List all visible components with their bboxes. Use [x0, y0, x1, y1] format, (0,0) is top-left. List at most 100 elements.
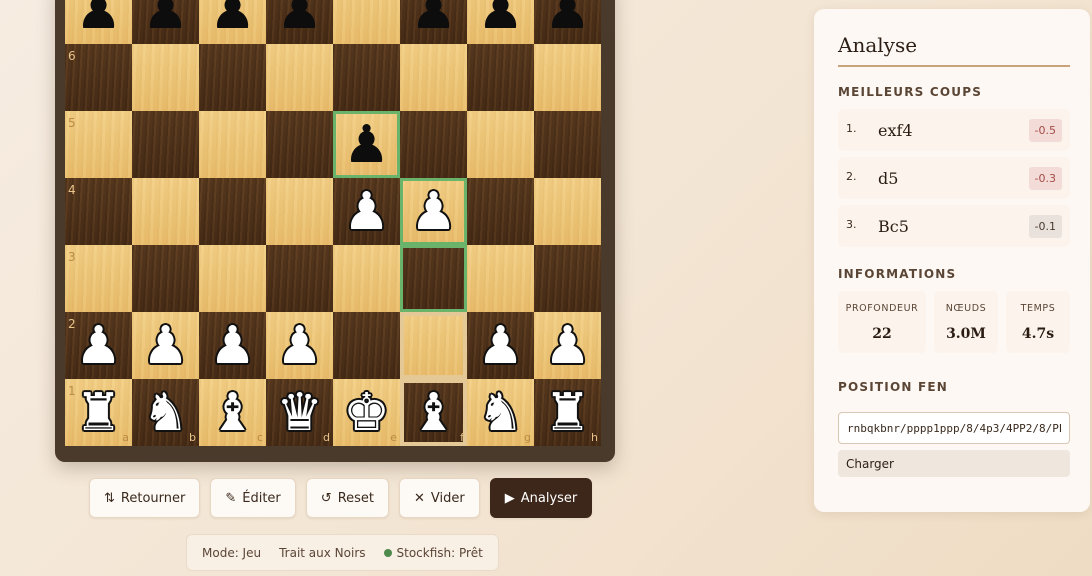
edit-button[interactable]: ✎ Éditer [210, 478, 296, 518]
square-e7[interactable] [333, 0, 400, 44]
square-c6[interactable] [199, 44, 266, 111]
fen-input[interactable] [838, 412, 1070, 444]
square-e2[interactable] [333, 312, 400, 379]
pencil-icon: ✎ [225, 490, 237, 506]
square-a2[interactable]: 2 ♟ [65, 312, 132, 379]
white-pawn-icon[interactable]: ♟ [467, 312, 534, 379]
square-c5[interactable] [199, 111, 266, 178]
square-f6[interactable] [400, 44, 467, 111]
square-a4[interactable]: 4 [65, 178, 132, 245]
square-h7[interactable]: ♟ [534, 0, 601, 44]
square-b7[interactable]: ♟ [132, 0, 199, 44]
square-a7[interactable]: 7♟ [65, 0, 132, 44]
square-c4[interactable] [199, 178, 266, 245]
square-g5[interactable] [467, 111, 534, 178]
fen-title: POSITION FEN [838, 380, 949, 394]
square-a1[interactable]: 1 a ♜ [65, 379, 132, 446]
square-f3[interactable] [400, 245, 467, 312]
white-knight-icon[interactable]: ♞ [132, 379, 199, 446]
white-knight-icon[interactable]: ♞ [467, 379, 534, 446]
square-d2[interactable]: ♟ [266, 312, 333, 379]
square-e6[interactable] [333, 44, 400, 111]
square-h1[interactable]: h ♜ [534, 379, 601, 446]
square-c3[interactable] [199, 245, 266, 312]
white-pawn-icon[interactable]: ♟ [266, 312, 333, 379]
black-pawn-icon[interactable]: ♟ [534, 0, 601, 44]
white-bishop-icon[interactable]: ♝ [400, 379, 467, 446]
white-pawn-icon[interactable]: ♟ [400, 178, 467, 245]
black-pawn-icon[interactable]: ♟ [65, 0, 132, 44]
square-g7[interactable]: ♟ [467, 0, 534, 44]
best-move-item[interactable]: 1. exf4 -0.5 [838, 109, 1070, 151]
square-b2[interactable]: ♟ [132, 312, 199, 379]
black-pawn-icon[interactable]: ♟ [132, 0, 199, 44]
white-rook-icon[interactable]: ♜ [534, 379, 601, 446]
square-g3[interactable] [467, 245, 534, 312]
square-a5[interactable]: 5 [65, 111, 132, 178]
black-pawn-icon[interactable]: ♟ [266, 0, 333, 44]
square-d1[interactable]: d ♛ [266, 379, 333, 446]
white-king-icon[interactable]: ♚ [333, 379, 400, 446]
depth-label: PROFONDEUR [845, 302, 919, 314]
square-g2[interactable]: ♟ [467, 312, 534, 379]
square-h4[interactable] [534, 178, 601, 245]
square-d3[interactable] [266, 245, 333, 312]
white-queen-icon[interactable]: ♛ [266, 379, 333, 446]
white-rook-icon[interactable]: ♜ [65, 379, 132, 446]
flip-board-button[interactable]: ⇅ Retourner [89, 478, 201, 518]
nodes-label: NŒUDS [945, 302, 987, 314]
square-f7[interactable]: ♟ [400, 0, 467, 44]
square-b6[interactable] [132, 44, 199, 111]
white-bishop-icon[interactable]: ♝ [199, 379, 266, 446]
square-d5[interactable] [266, 111, 333, 178]
best-move-item[interactable]: 3. Bc5 -0.1 [838, 205, 1070, 247]
square-d6[interactable] [266, 44, 333, 111]
square-c7[interactable]: ♟ [199, 0, 266, 44]
square-d4[interactable] [266, 178, 333, 245]
square-a6[interactable]: 6 [65, 44, 132, 111]
square-a3[interactable]: 3 [65, 245, 132, 312]
analyze-button[interactable]: ▶ Analyser [489, 478, 593, 518]
clear-label: Vider [430, 490, 465, 506]
square-g6[interactable] [467, 44, 534, 111]
white-pawn-icon[interactable]: ♟ [333, 178, 400, 245]
square-e5[interactable]: ♟ [333, 111, 400, 178]
square-c2[interactable]: ♟ [199, 312, 266, 379]
black-pawn-icon[interactable]: ♟ [467, 0, 534, 44]
black-pawn-icon[interactable]: ♟ [333, 111, 400, 178]
square-f2[interactable] [400, 312, 467, 379]
best-move-item[interactable]: 2. d5 -0.3 [838, 157, 1070, 199]
square-c1[interactable]: c ♝ [199, 379, 266, 446]
square-h2[interactable]: ♟ [534, 312, 601, 379]
square-b5[interactable] [132, 111, 199, 178]
chess-board[interactable]: 7♟♟♟♟♟♟♟65♟4♟♟32♟♟♟♟♟♟1a♜b♞c♝d♛e♚f♝g♞h♜ [65, 0, 601, 448]
square-f1[interactable]: f ♝ [400, 379, 467, 446]
square-b3[interactable] [132, 245, 199, 312]
black-pawn-icon[interactable]: ♟ [400, 0, 467, 44]
move-index: 3. [846, 217, 857, 231]
square-e1[interactable]: e ♚ [333, 379, 400, 446]
white-pawn-icon[interactable]: ♟ [534, 312, 601, 379]
square-e3[interactable] [333, 245, 400, 312]
board-toolbar: ⇅ Retourner ✎ Éditer ↺ Reset ✕ Vider ▶ A… [89, 478, 593, 518]
square-e4[interactable]: ♟ [333, 178, 400, 245]
square-b4[interactable] [132, 178, 199, 245]
square-d7[interactable]: ♟ [266, 0, 333, 44]
square-h3[interactable] [534, 245, 601, 312]
square-g1[interactable]: g ♞ [467, 379, 534, 446]
white-pawn-icon[interactable]: ♟ [132, 312, 199, 379]
white-pawn-icon[interactable]: ♟ [65, 312, 132, 379]
square-g4[interactable] [467, 178, 534, 245]
reset-button[interactable]: ↺ Reset [305, 478, 390, 518]
load-fen-button[interactable]: Charger [838, 450, 1070, 477]
engine-status: Stockfish: Prêt [383, 546, 483, 560]
square-b1[interactable]: b ♞ [132, 379, 199, 446]
square-f5[interactable] [400, 111, 467, 178]
square-h6[interactable] [534, 44, 601, 111]
analyze-label: Analyser [520, 490, 578, 506]
white-pawn-icon[interactable]: ♟ [199, 312, 266, 379]
square-f4[interactable]: ♟ [400, 178, 467, 245]
black-pawn-icon[interactable]: ♟ [199, 0, 266, 44]
square-h5[interactable] [534, 111, 601, 178]
clear-button[interactable]: ✕ Vider [399, 478, 480, 518]
